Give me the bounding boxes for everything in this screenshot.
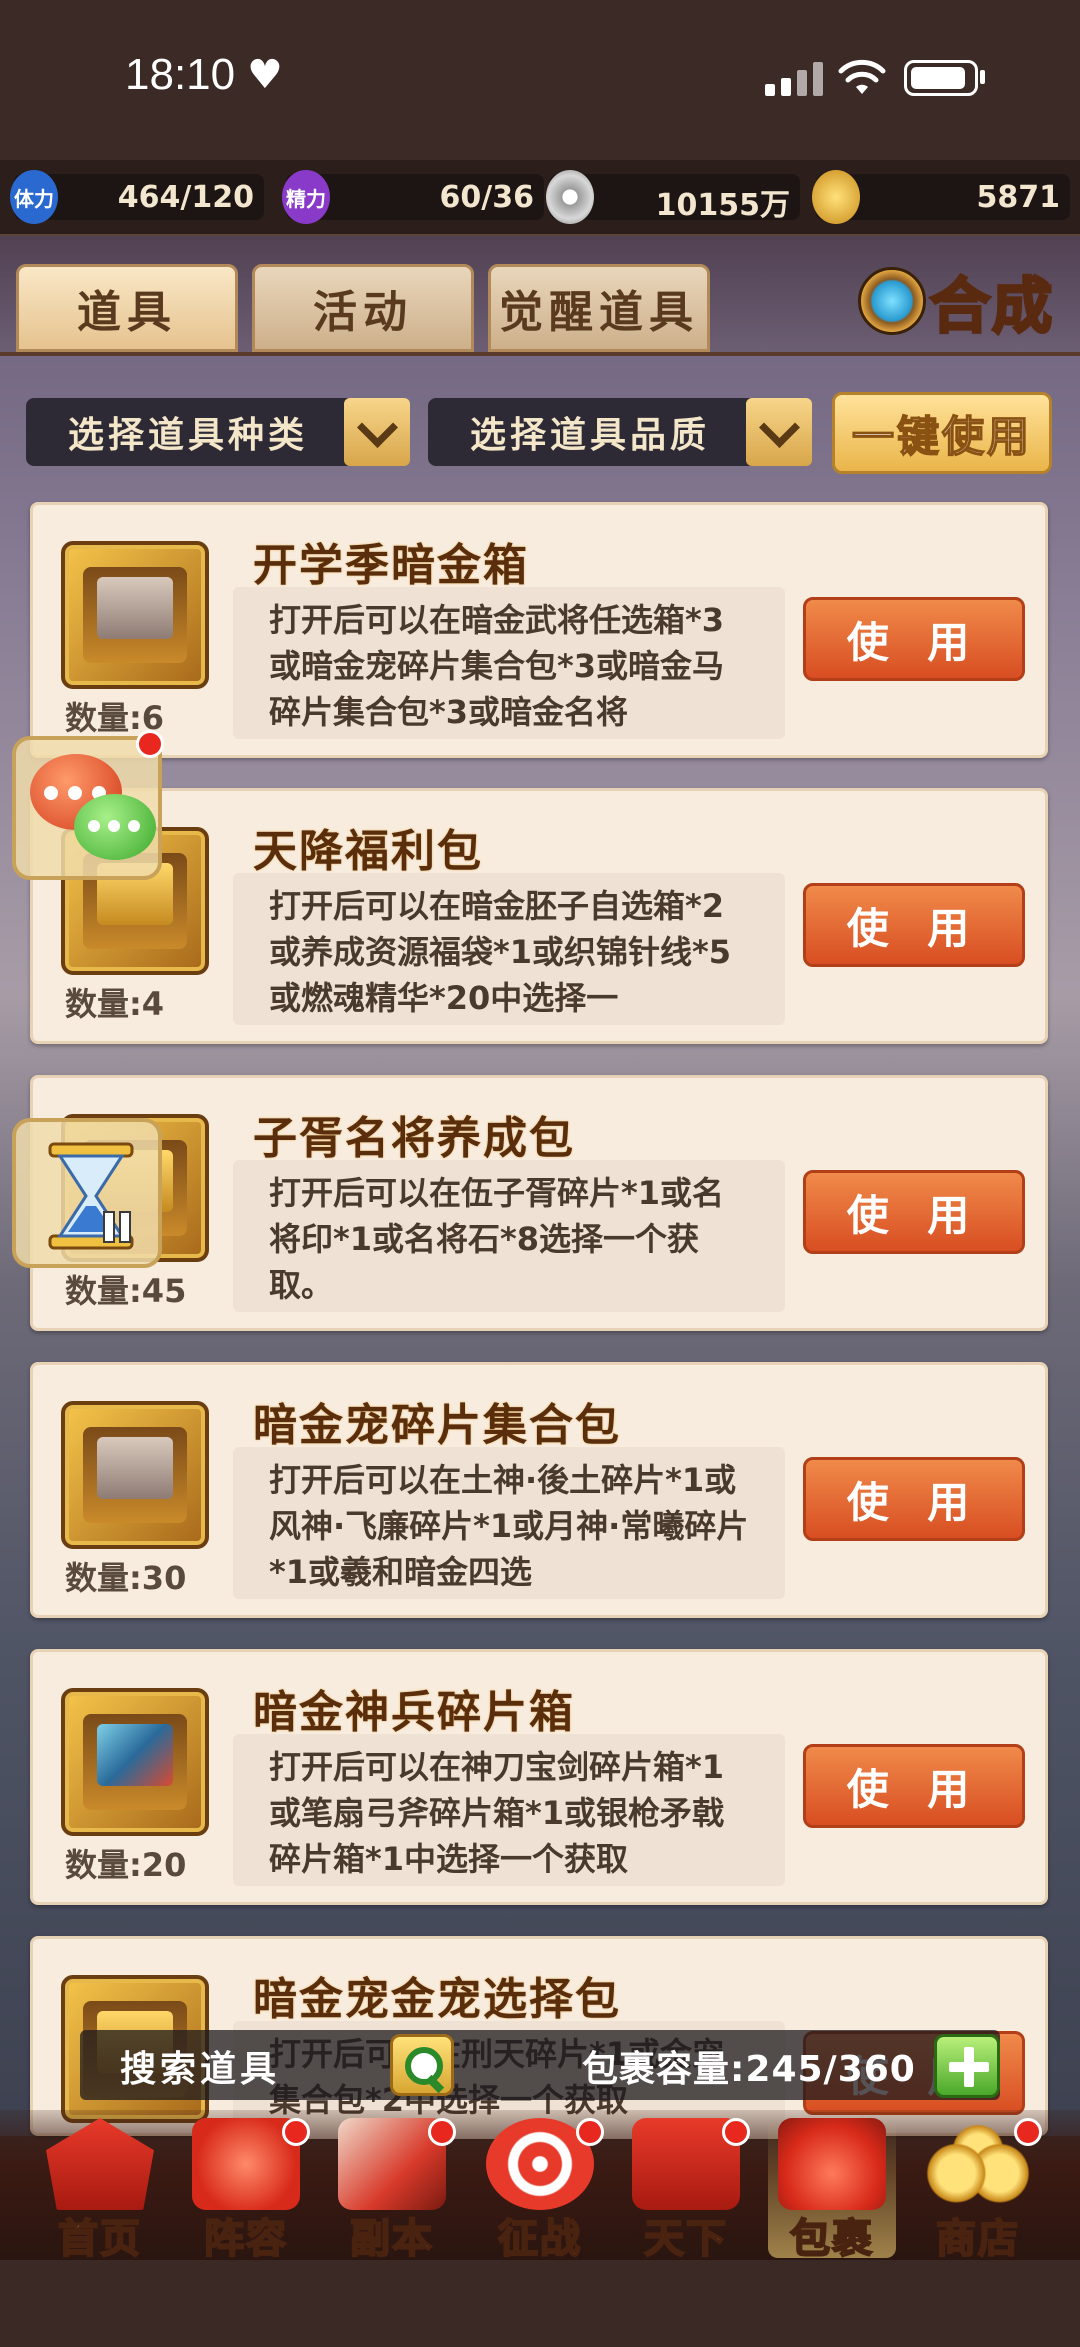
- nav-shop[interactable]: 商店: [914, 2118, 1042, 2263]
- use-button[interactable]: 使 用: [803, 1457, 1025, 1541]
- nav-label: 天下: [643, 2215, 728, 2263]
- search-icon[interactable]: [390, 2034, 454, 2096]
- item-count: 数量:45: [65, 1272, 187, 1310]
- stamina-resource[interactable]: 体力 464/120: [10, 170, 264, 224]
- notification-dot: [282, 2118, 310, 2146]
- nav-label: 商店: [935, 2215, 1020, 2263]
- add-capacity-button[interactable]: [934, 2034, 1000, 2098]
- item-name: 天降福利包: [253, 826, 483, 877]
- item-card: 数量:30 暗金宠碎片集合包 打开后可以在土神·後土碎片*1或风神·飞廉碎片*1…: [30, 1362, 1048, 1618]
- item-description: 打开后可以在神刀宝剑碎片箱*1或笔扇弓斧碎片箱*1或银枪矛戟碎片箱*1中选择一个…: [233, 1734, 785, 1886]
- item-name: 暗金宠金宠选择包: [253, 1974, 621, 2025]
- nav-campaign[interactable]: 征战: [476, 2118, 604, 2263]
- chevron-down-icon: [746, 398, 812, 466]
- nav-label: 包裹: [789, 2215, 874, 2263]
- stamina-value: 464/120: [117, 180, 254, 215]
- chat-bubble-icon: [74, 794, 156, 860]
- item-type-select[interactable]: 选择道具种类: [26, 398, 410, 466]
- item-name: 暗金神兵碎片箱: [253, 1687, 575, 1738]
- item-count: 数量:4: [65, 985, 165, 1023]
- home-icon: [46, 2118, 154, 2210]
- item-name: 开学季暗金箱: [253, 540, 529, 591]
- item-description: 打开后可以在伍子胥碎片*1或名将印*1或名将石*8选择一个获取。: [233, 1160, 785, 1312]
- item-chest-icon: [61, 1688, 209, 1836]
- notification-dot: [136, 730, 164, 758]
- use-button[interactable]: 使 用: [803, 883, 1025, 967]
- stamina-icon: 体力: [10, 170, 58, 224]
- synthesize-label: 合成: [929, 270, 1054, 343]
- use-button[interactable]: 使 用: [803, 597, 1025, 681]
- item-description: 打开后可以在暗金武将任选箱*3或暗金宠碎片集合包*3或暗金马碎片集合包*3或暗金…: [233, 587, 785, 739]
- item-chest-icon: [61, 1401, 209, 1549]
- signal-icon: [765, 62, 823, 96]
- energy-icon: 精力: [282, 170, 330, 224]
- resource-bar: 体力 464/120 精力 60/36 10155万 5871: [0, 160, 1080, 236]
- tab-activity[interactable]: 活动: [252, 264, 474, 352]
- timer-button[interactable]: [12, 1118, 162, 1268]
- notification-dot: [1014, 2118, 1042, 2146]
- use-all-button[interactable]: 一键使用: [832, 392, 1052, 474]
- item-description: 打开后可以在暗金胚子自选箱*2或养成资源福袋*1或织锦针线*5或燃魂精华*20中…: [233, 873, 785, 1025]
- nav-lineup[interactable]: 阵容: [182, 2118, 310, 2263]
- item-card: 数量:4 天降福利包 打开后可以在暗金胚子自选箱*2或养成资源福袋*1或织锦针线…: [30, 788, 1048, 1044]
- item-card: 数量:45 子胥名将养成包 打开后可以在伍子胥碎片*1或名将印*1或名将石*8选…: [30, 1075, 1048, 1331]
- use-button[interactable]: 使 用: [803, 1744, 1025, 1828]
- item-quality-label: 选择道具品质: [470, 415, 711, 456]
- wifi-icon: [838, 59, 886, 94]
- use-button[interactable]: 使 用: [803, 1170, 1025, 1254]
- item-name: 子胥名将养成包: [253, 1113, 575, 1164]
- nav-world[interactable]: 天下: [622, 2118, 750, 2263]
- bag-icon: [778, 2118, 886, 2210]
- item-name: 暗金宠碎片集合包: [253, 1400, 621, 1451]
- nav-label: 副本: [349, 2215, 434, 2263]
- nav-bag[interactable]: 包裹: [768, 2118, 896, 2263]
- item-count: 数量:20: [65, 1846, 187, 1884]
- status-time: 18:10: [125, 50, 236, 99]
- synthesize-icon: [858, 267, 926, 335]
- hourglass-icon: [48, 1142, 134, 1250]
- coin-resource[interactable]: 10155万: [546, 170, 800, 224]
- nav-label: 阵容: [203, 2215, 288, 2263]
- notification-dot: [722, 2118, 750, 2146]
- tab-items[interactable]: 道具: [16, 264, 238, 352]
- notification-dot: [428, 2118, 456, 2146]
- nav-dungeon[interactable]: 副本: [328, 2118, 456, 2263]
- gold-value: 5871: [976, 180, 1061, 215]
- search-label: 搜索道具: [120, 2049, 281, 2090]
- tab-awaken-items[interactable]: 觉醒道具: [488, 264, 710, 352]
- gold-resource[interactable]: 5871: [812, 170, 1070, 224]
- energy-value: 60/36: [439, 180, 534, 215]
- nav-home[interactable]: 首页: [36, 2118, 164, 2263]
- item-type-label: 选择道具种类: [68, 415, 309, 456]
- status-bar: 18:10 ♥: [0, 0, 1080, 160]
- battery-icon: [904, 60, 978, 96]
- chevron-down-icon: [344, 398, 410, 466]
- nav-label: 首页: [57, 2215, 142, 2263]
- home-indicator-area: [0, 2260, 1080, 2347]
- bag-capacity: 包裹容量:245/360: [582, 2049, 916, 2090]
- synthesize-button[interactable]: 合成: [858, 256, 1058, 346]
- notification-dot: [576, 2118, 604, 2146]
- item-count: 数量:30: [65, 1559, 187, 1597]
- energy-resource[interactable]: 精力 60/36: [282, 170, 544, 224]
- coin-value: 10155万: [655, 188, 790, 223]
- item-card: 数量:6 开学季暗金箱 打开后可以在暗金武将任选箱*3或暗金宠碎片集合包*3或暗…: [30, 502, 1048, 758]
- gold-ingot-icon: [812, 170, 860, 224]
- item-quality-select[interactable]: 选择道具品质: [428, 398, 812, 466]
- item-description: 打开后可以在土神·後土碎片*1或风神·飞廉碎片*1或月神·常曦碎片*1或羲和暗金…: [233, 1447, 785, 1599]
- nav-label: 征战: [497, 2215, 582, 2263]
- item-chest-icon: [61, 541, 209, 689]
- coin-icon: [546, 170, 594, 224]
- chat-button[interactable]: [12, 730, 164, 880]
- item-card: 数量:20 暗金神兵碎片箱 打开后可以在神刀宝剑碎片箱*1或笔扇弓斧碎片箱*1或…: [30, 1649, 1048, 1905]
- heart-icon: ♥: [247, 52, 283, 98]
